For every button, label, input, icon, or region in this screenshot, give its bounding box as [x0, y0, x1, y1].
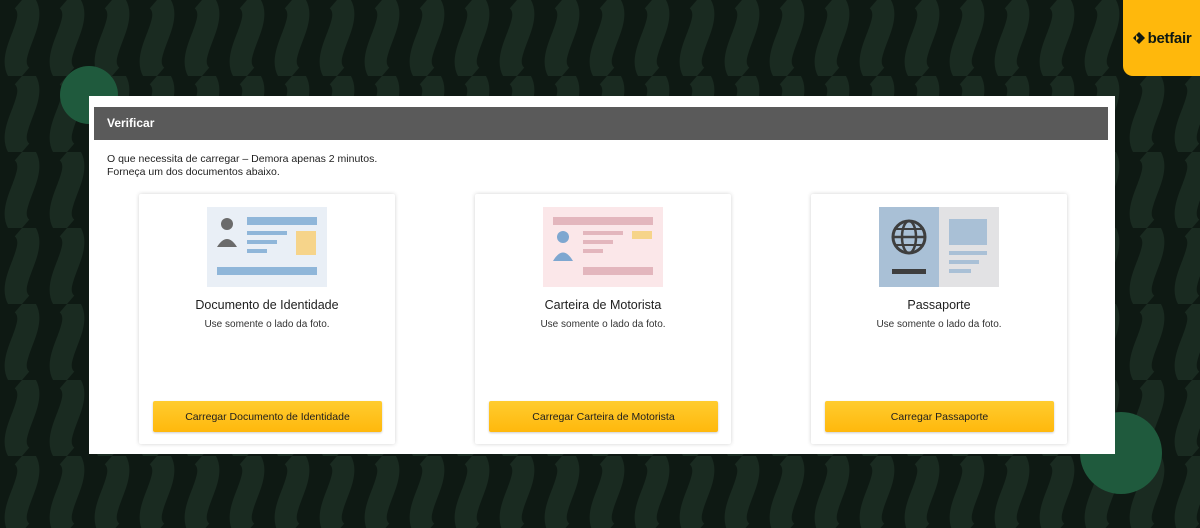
document-title: Passaporte: [907, 298, 971, 312]
document-hint: Use somente o lado da foto.: [876, 319, 1002, 330]
document-title: Documento de Identidade: [195, 298, 339, 312]
document-hint: Use somente o lado da foto.: [540, 319, 666, 330]
brand-name: betfair: [1147, 29, 1192, 47]
panel-title: Verificar: [94, 107, 1108, 140]
driver-license-icon: [543, 207, 663, 287]
id-card-icon: [207, 207, 327, 287]
document-hint: Use somente o lado da foto.: [204, 319, 330, 330]
intro-text: O que necessita de carregar – Demora ape…: [107, 153, 377, 179]
document-card-driver-license: Carteira de Motorista Use somente o lado…: [475, 194, 731, 444]
upload-passport-button[interactable]: Carregar Passaporte: [825, 401, 1054, 432]
betfair-diamond-icon: [1132, 32, 1145, 44]
intro-line-2: Forneça um dos documentos abaixo.: [107, 166, 280, 178]
intro-line-1: O que necessita de carregar – Demora ape…: [107, 153, 378, 165]
verification-panel: Verificar O que necessita de carregar – …: [89, 96, 1115, 454]
upload-id-button[interactable]: Carregar Documento de Identidade: [153, 401, 382, 432]
upload-driver-license-button[interactable]: Carregar Carteira de Motorista: [489, 401, 718, 432]
document-card-passport: Passaporte Use somente o lado da foto. C…: [811, 194, 1067, 444]
document-card-id: Documento de Identidade Use somente o la…: [139, 194, 395, 444]
document-title: Carteira de Motorista: [544, 298, 662, 312]
brand-logo: betfair: [1123, 0, 1200, 76]
passport-icon: [879, 207, 999, 287]
